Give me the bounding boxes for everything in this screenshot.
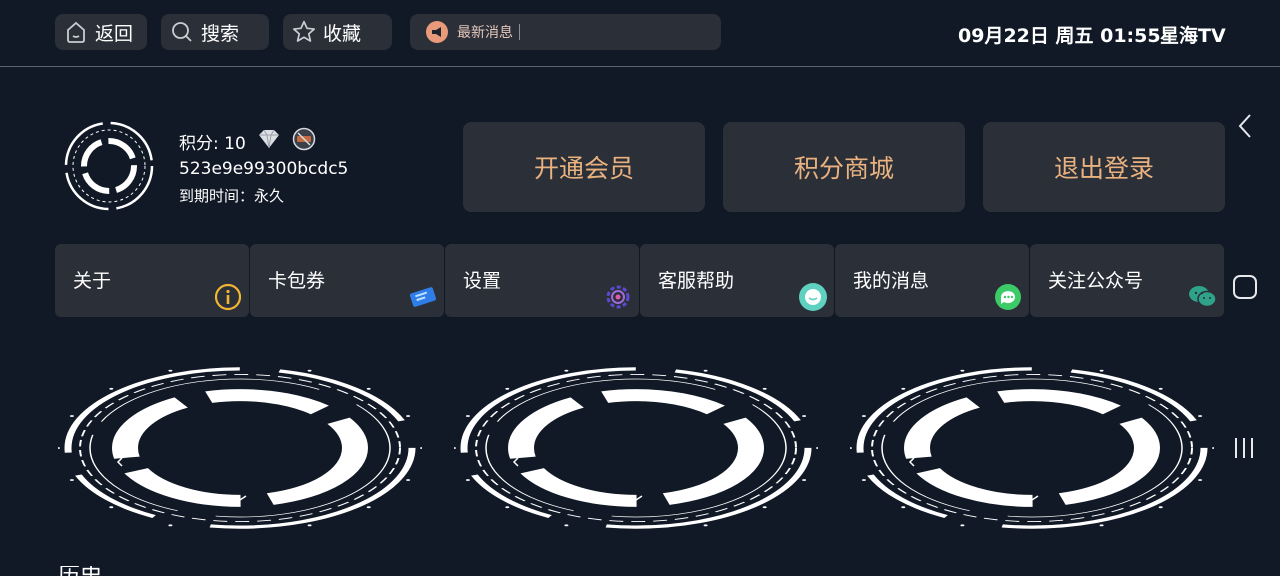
history-section-title: 历史 [58, 566, 118, 576]
loading-ring-3 [848, 363, 1216, 533]
tile-follow-official-label: 关注公众号 [1048, 270, 1144, 292]
customer-service-icon [798, 282, 828, 312]
points-mall-button[interactable]: 积分商城 [723, 122, 965, 212]
diamond-icon [256, 128, 282, 155]
user-id: 523e9e99300bcdc5 [179, 158, 349, 179]
loading-ring-2 [452, 363, 820, 533]
tile-settings-label: 设置 [463, 270, 502, 292]
info-icon [213, 282, 243, 312]
tile-about[interactable]: 关于 [55, 244, 249, 317]
open-vip-button[interactable]: 开通会员 [463, 122, 705, 212]
tile-coupons-label: 卡包券 [268, 270, 326, 292]
search-label: 搜索 [201, 22, 240, 45]
wechat-icon [1188, 282, 1218, 312]
news-label: 最新消息 [457, 25, 513, 41]
coupon-icon [408, 282, 438, 312]
loading-ring-1 [56, 363, 424, 533]
search-icon [169, 19, 195, 45]
recent-apps-icon[interactable] [1228, 434, 1262, 466]
home-icon [63, 19, 89, 45]
tile-settings[interactable]: 设置 [445, 244, 639, 317]
favorite-button[interactable]: 收藏 [283, 14, 392, 50]
expiry-text: 到期时间：永久 [179, 187, 285, 205]
logout-button[interactable]: 退出登录 [983, 122, 1225, 212]
history-title-text: 历史 [58, 566, 118, 576]
back-label: 返回 [95, 22, 134, 45]
tile-customer-service-label: 客服帮助 [658, 270, 735, 292]
back-button[interactable]: 返回 [55, 14, 147, 50]
star-icon [291, 19, 317, 45]
tile-about-label: 关于 [73, 270, 112, 292]
home-square-icon[interactable] [1228, 272, 1262, 306]
message-icon [993, 282, 1023, 312]
avatar[interactable] [63, 120, 155, 212]
function-tiles: 关于 卡包券 设置 客服帮助 我的消息 关注公众号 [55, 244, 1225, 317]
brand-name: 星海TV [1160, 25, 1226, 47]
favorite-label: 收藏 [323, 22, 362, 45]
top-bar: 返回 搜索 收藏 最新消息 09月22日 周五 01:55 星海TV [0, 0, 1280, 67]
back-chevron-icon[interactable] [1228, 112, 1262, 144]
tile-my-messages-label: 我的消息 [853, 270, 930, 292]
megaphone-icon [426, 21, 448, 43]
tile-follow-official[interactable]: 关注公众号 [1030, 244, 1224, 317]
points-text: 积分: 10 [179, 134, 246, 154]
tile-my-messages[interactable]: 我的消息 [835, 244, 1029, 317]
tile-coupons[interactable]: 卡包券 [250, 244, 444, 317]
datetime-display: 09月22日 周五 01:55 [958, 25, 1161, 47]
user-info: 积分: 10 523e9e99300bcdc5 到期时间：永久 [179, 127, 349, 209]
search-button[interactable]: 搜索 [161, 14, 269, 50]
news-ticker[interactable]: 最新消息 [410, 14, 721, 50]
news-divider [519, 24, 520, 40]
tile-customer-service[interactable]: 客服帮助 [640, 244, 834, 317]
settings-icon [603, 282, 633, 312]
vip-badge-icon [292, 127, 316, 156]
